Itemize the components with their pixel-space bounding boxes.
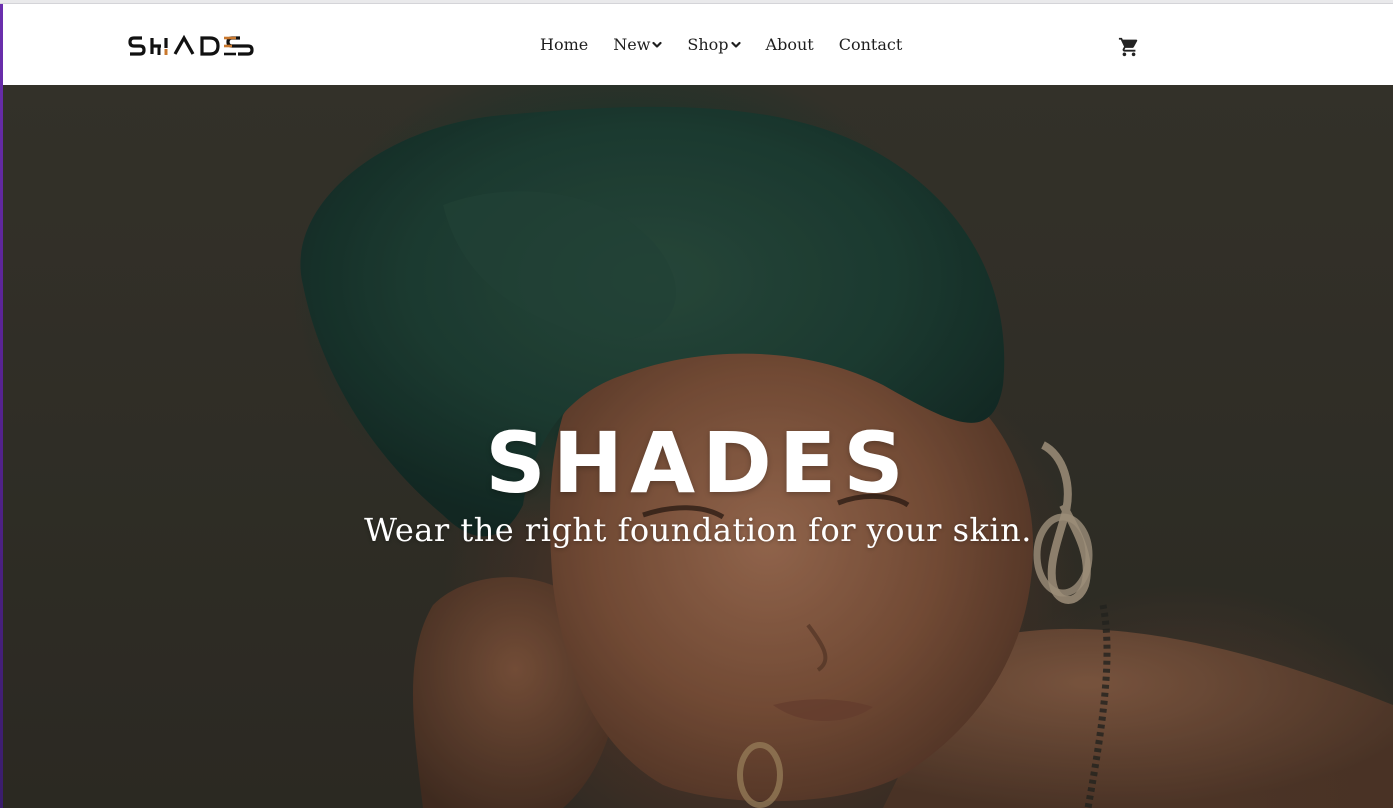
- shades-logo: [128, 34, 254, 56]
- cart-button[interactable]: [1118, 36, 1140, 58]
- hero-subtitle: Wear the right foundation for your skin.: [364, 511, 1032, 549]
- nav-item-label: About: [765, 35, 814, 54]
- chevron-down-icon: [730, 41, 741, 48]
- main-nav: Home New Shop About Contact: [540, 33, 902, 57]
- nav-item-shop[interactable]: Shop: [687, 34, 741, 56]
- nav-item-label: Contact: [838, 35, 903, 54]
- left-edge-accent: [0, 4, 3, 808]
- nav-item-contact[interactable]: Contact: [839, 34, 903, 56]
- hero-banner: SHADES Wear the right foundation for you…: [3, 85, 1393, 808]
- nav-item-label: Home: [540, 35, 589, 54]
- nav-item-home[interactable]: Home: [540, 34, 588, 56]
- shopping-cart-icon: [1118, 37, 1138, 57]
- logo-link[interactable]: [128, 32, 258, 62]
- nav-item-new[interactable]: New: [613, 34, 663, 56]
- nav-item-about[interactable]: About: [766, 34, 814, 56]
- navbar: Home New Shop About Contact: [0, 4, 1393, 85]
- hero-title: SHADES: [485, 414, 911, 513]
- nav-item-label: New: [613, 35, 651, 54]
- chevron-down-icon: [652, 41, 663, 48]
- nav-item-label: Shop: [687, 35, 729, 54]
